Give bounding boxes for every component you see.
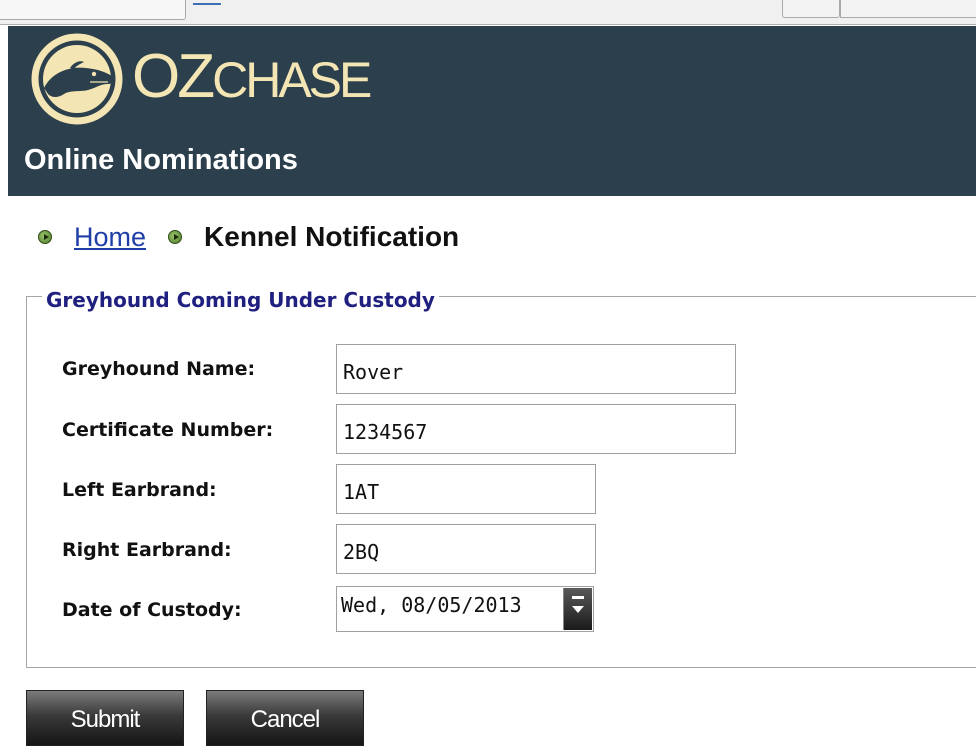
cancel-button[interactable]: Cancel (206, 690, 364, 746)
site-header: OZCHASE Online Nominations (8, 26, 976, 196)
browser-chrome-strip (0, 0, 976, 25)
date-of-custody-picker[interactable]: Wed, 08/05/2013 (336, 586, 594, 632)
green-arrow-bullet-icon (38, 230, 52, 244)
green-arrow-bullet-icon (168, 230, 183, 244)
greyhound-name-label: Greyhound Name: (62, 358, 256, 380)
header-subtitle: Online Nominations (24, 144, 298, 176)
date-dropdown-button[interactable] (563, 588, 592, 630)
browser-tab[interactable] (0, 0, 186, 20)
certificate-number-input[interactable] (336, 404, 736, 454)
logo-rest-text: CHASE (212, 52, 372, 108)
breadcrumb-home-link[interactable]: Home (74, 222, 146, 253)
greyhound-head-logo-icon (31, 33, 123, 125)
logo-main-text: OZ (132, 42, 215, 111)
date-of-custody-label: Date of Custody: (62, 599, 242, 621)
browser-toolbar-button[interactable] (840, 0, 976, 18)
browser-toolbar-button[interactable] (782, 0, 840, 18)
right-earbrand-label: Right Earbrand: (62, 539, 232, 561)
certificate-number-label: Certificate Number: (62, 419, 274, 441)
breadcrumb: Home Kennel Notification (38, 220, 459, 254)
ozchase-logo[interactable]: OZCHASE (30, 32, 410, 125)
fieldset-legend: Greyhound Coming Under Custody (42, 286, 439, 314)
greyhound-name-input[interactable] (336, 344, 736, 394)
breadcrumb-current-page: Kennel Notification (204, 221, 460, 252)
date-of-custody-value: Wed, 08/05/2013 (341, 593, 522, 617)
browser-tab-indicator (193, 0, 221, 5)
submit-button[interactable]: Submit (26, 690, 184, 746)
chevron-down-icon (572, 606, 584, 613)
right-earbrand-input[interactable] (336, 524, 596, 574)
dropdown-bar-icon (572, 596, 584, 599)
left-earbrand-input[interactable] (336, 464, 596, 514)
left-earbrand-label: Left Earbrand: (62, 479, 217, 501)
logo-wordmark: OZCHASE (132, 46, 372, 111)
